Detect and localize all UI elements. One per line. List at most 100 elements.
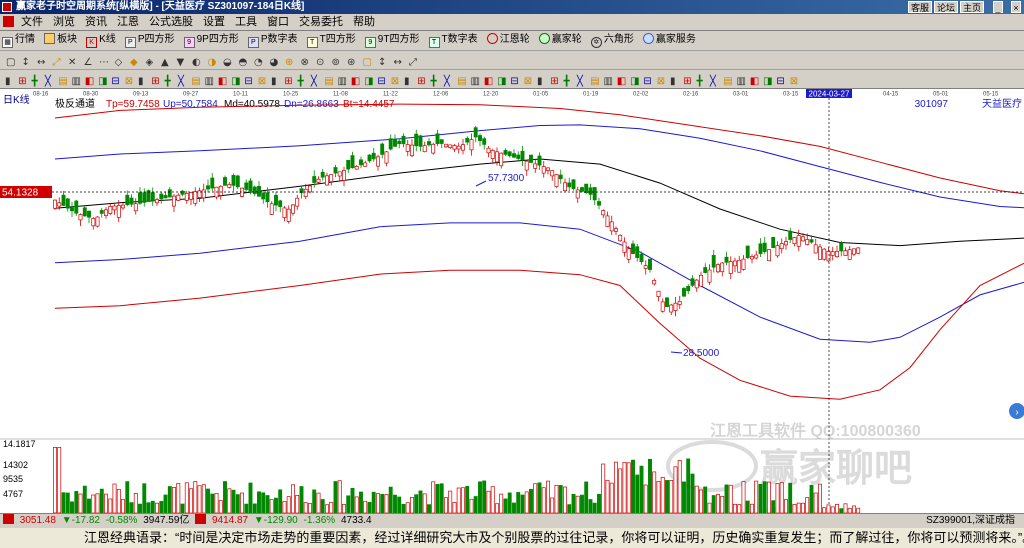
chart-tool-icon[interactable]: ╳ (709, 74, 717, 87)
chart-tool-icon[interactable]: ⊞ (151, 76, 159, 87)
draw-tool-icon[interactable]: ↕ (378, 57, 386, 68)
draw-tool-icon[interactable]: ◇ (115, 57, 123, 68)
chart-tool-icon[interactable]: ⊟ (643, 76, 651, 87)
draw-tool-icon[interactable]: ◒ (223, 57, 232, 68)
menu-browse[interactable]: 浏览 (48, 14, 80, 30)
toolbar-p-square-button[interactable]: P P四方形 (123, 31, 179, 49)
chart-tool-icon[interactable]: ▮ (670, 76, 676, 87)
chart-tool-icon[interactable]: ╋ (32, 74, 39, 87)
chart-tool-icon[interactable]: ⊠ (258, 76, 266, 87)
draw-tool-icon[interactable]: ↔ (37, 57, 45, 68)
chart-tool-icon[interactable]: ╋ (564, 74, 571, 87)
chart-tool-icon[interactable]: ◧ (351, 76, 360, 87)
chart-tool-icon[interactable]: ╳ (443, 74, 451, 87)
menu-help[interactable]: 帮助 (348, 14, 380, 30)
toolbar-winner-wheel-button[interactable]: 赢家轮 (537, 31, 586, 49)
chart-tool-icon[interactable]: ⊠ (790, 76, 798, 87)
chart-tool-icon[interactable]: ▥ (471, 76, 480, 87)
toolbar-gann-wheel-button[interactable]: 江恩轮 (485, 31, 534, 49)
chart-tool-icon[interactable]: ╳ (177, 74, 185, 87)
chart-tool-icon[interactable]: ⊟ (244, 76, 252, 87)
chart-tool-icon[interactable]: ⊞ (417, 76, 425, 87)
menu-formula[interactable]: 公式选股 (144, 14, 198, 30)
chart-tool-icon[interactable]: ▤ (324, 76, 333, 87)
draw-tool-icon[interactable]: ⤢ (53, 57, 61, 68)
chart-tool-icon[interactable]: ◨ (98, 76, 107, 87)
close-icon[interactable]: × (1011, 1, 1021, 13)
draw-tool-icon[interactable]: ▼ (177, 57, 185, 68)
chart-tool-icon[interactable]: ⊠ (125, 76, 133, 87)
kline-chart[interactable]: 08-16 08-30 09-13 09-27 10-11 10-25 11-08 11-22… (0, 89, 1024, 521)
toolbar-p-table-button[interactable]: P P数字表 (246, 31, 302, 49)
chart-tool-icon[interactable]: ╳ (44, 74, 52, 87)
chart-tool-icon[interactable]: ╋ (165, 74, 172, 87)
chart-tool-icon[interactable]: ╳ (576, 74, 584, 87)
draw-tool-icon[interactable]: ◐ (192, 57, 201, 68)
chart-tool-icon[interactable]: ⊠ (657, 76, 665, 87)
toolbar-blocks-button[interactable]: 板块 (42, 31, 81, 49)
menu-window[interactable]: 窗口 (262, 14, 294, 30)
chart-tool-icon[interactable]: ▤ (191, 76, 200, 87)
chart-tool-icon[interactable]: ▤ (590, 76, 599, 87)
draw-tool-icon[interactable]: ⤢ (409, 57, 417, 68)
chart-tool-icon[interactable]: ▥ (205, 76, 214, 87)
draw-tool-icon[interactable]: ▲ (161, 57, 169, 68)
chart-tool-icon[interactable]: ⊞ (683, 76, 691, 87)
toolbar-9p-square-button[interactable]: 9 9P四方形 (182, 31, 243, 49)
chart-tool-icon[interactable]: ⊟ (510, 76, 518, 87)
chart-tool-icon[interactable]: ◧ (750, 76, 759, 87)
chart-tool-icon[interactable]: ⊞ (18, 76, 26, 87)
chart-tool-icon[interactable]: ◨ (231, 76, 240, 87)
toolbar-t-table-button[interactable]: T T数字表 (427, 31, 482, 49)
chart-tool-icon[interactable]: ╋ (431, 74, 438, 87)
menu-tools[interactable]: 工具 (230, 14, 262, 30)
draw-tool-icon[interactable]: ∠ (84, 57, 93, 68)
forum-button[interactable]: 论坛 (934, 1, 959, 13)
chart-tool-icon[interactable]: ⊠ (391, 76, 399, 87)
menu-settings[interactable]: 设置 (198, 14, 230, 30)
menu-news[interactable]: 资讯 (80, 14, 112, 30)
chart-tool-icon[interactable]: ▮ (404, 76, 410, 87)
minimize-icon[interactable]: _ (993, 1, 1003, 13)
draw-tool-icon[interactable]: ⊕ (285, 57, 293, 68)
draw-tool-icon[interactable]: ◓ (239, 57, 248, 68)
chart-tool-icon[interactable]: ▮ (537, 76, 543, 87)
chart-tool-icon[interactable]: ◧ (484, 76, 493, 87)
draw-tool-icon[interactable]: ⊗ (301, 57, 309, 68)
chart-tool-icon[interactable]: ⊟ (776, 76, 784, 87)
chart-tool-icon[interactable]: ◨ (364, 76, 373, 87)
toolbar-service-button[interactable]: 赢家服务 (641, 31, 700, 49)
chart-tool-icon[interactable]: ⊞ (284, 76, 292, 87)
draw-tool-icon[interactable]: ↔ (394, 57, 402, 68)
chart-tool-icon[interactable]: ▮ (271, 76, 277, 87)
chart-tool-icon[interactable]: ◨ (763, 76, 772, 87)
draw-tool-icon[interactable]: ⊙ (316, 57, 324, 68)
chart-tool-icon[interactable]: ▮ (5, 76, 11, 87)
chart-tool-icon[interactable]: ▤ (457, 76, 466, 87)
chart-tool-icon[interactable]: ⊠ (524, 76, 532, 87)
draw-tool-icon[interactable]: ◔ (254, 57, 263, 68)
chart-tool-icon[interactable]: ⊞ (550, 76, 558, 87)
draw-tool-icon[interactable]: ▢ (6, 57, 15, 68)
toolbar-kline-button[interactable]: K K线 (84, 31, 120, 49)
draw-tool-icon[interactable]: ▢ (363, 57, 372, 68)
chart-tool-icon[interactable]: ◧ (85, 76, 94, 87)
chart-tool-icon[interactable]: ╳ (310, 74, 318, 87)
chart-tool-icon[interactable]: ⊟ (377, 76, 385, 87)
chart-tool-icon[interactable]: ▥ (604, 76, 613, 87)
toolbar-9t-square-button[interactable]: 9 9T四方形 (363, 31, 424, 49)
chart-tool-icon[interactable]: ▤ (723, 76, 732, 87)
kline-chart-panel[interactable]: 08-16 08-30 09-13 09-27 10-11 10-25 11-08 11-22… (0, 89, 1024, 521)
draw-tool-icon[interactable]: ↕ (22, 57, 30, 68)
draw-tool-icon[interactable]: ✕ (68, 57, 76, 68)
customer-service-button[interactable]: 客服 (908, 1, 933, 13)
chart-tool-icon[interactable]: ◧ (617, 76, 626, 87)
chart-tool-icon[interactable]: ▥ (72, 76, 81, 87)
chart-tool-icon[interactable]: ▮ (138, 76, 144, 87)
drawing-tools-icons[interactable]: ▢ ↕ ↔ ⤢ ✕ ∠ ⋯ ◇ ◆ ◈ ▲ ▼ ◐ ◑ ◒ ◓ ◔ ◕ ⊕ ⊗ ⊙ ⊚ ⊛ ▢ ↕ ↔ ⤢ (0, 51, 1024, 70)
menu-file[interactable]: 文件 (16, 14, 48, 30)
homepage-button[interactable]: 主页 (960, 1, 985, 13)
chart-tool-icon[interactable]: ╋ (298, 74, 305, 87)
chart-tool-icon[interactable]: ⊟ (111, 76, 119, 87)
draw-tool-icon[interactable]: ⊛ (347, 57, 355, 68)
